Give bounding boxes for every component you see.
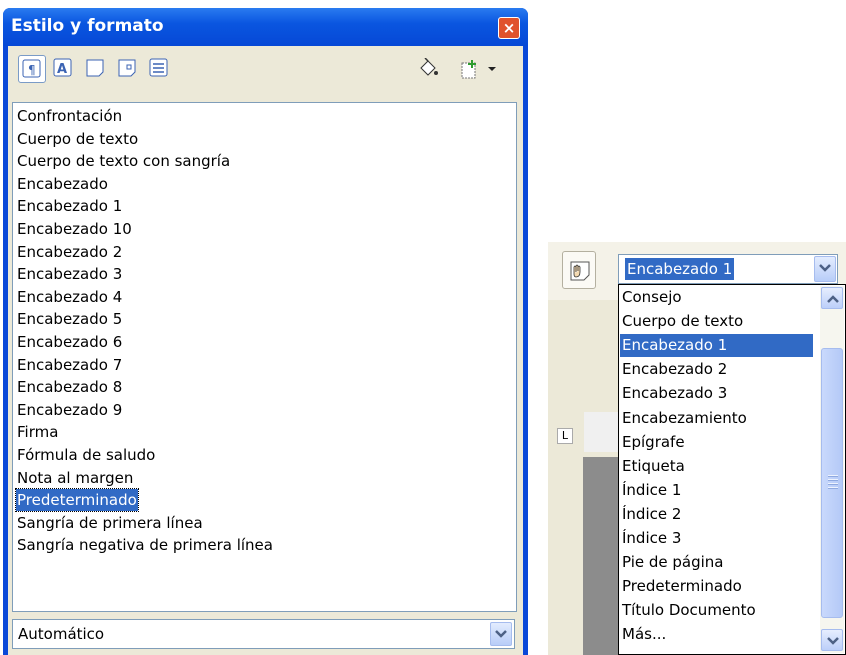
document-background (583, 457, 618, 655)
dropdown-option[interactable]: Encabezado 1 (620, 334, 813, 358)
window-body: ¶ A Confrontación Cuerpo de texto Cuerpo… (8, 46, 523, 655)
styles-toolbar: ¶ A (8, 46, 523, 100)
title-bar[interactable]: Estilo y formato × (3, 8, 528, 46)
new-style-icon (461, 60, 476, 79)
style-list-item[interactable]: Encabezado 3 (16, 263, 123, 285)
style-list-item[interactable]: Fórmula de saludo (16, 444, 156, 466)
dropdown-option[interactable]: Cuerpo de texto (620, 310, 813, 333)
style-list-item[interactable]: Encabezado 7 (16, 354, 123, 376)
grip-icon (828, 475, 838, 491)
style-list-item[interactable]: Encabezado (16, 173, 109, 195)
style-filter-select[interactable]: Automático (12, 619, 515, 649)
dropdown-option[interactable]: Encabezado 3 (620, 382, 813, 405)
svg-text:¶: ¶ (28, 63, 36, 77)
list-styles-icon (149, 58, 168, 77)
chevron-up-icon (827, 295, 839, 303)
style-list-item[interactable]: Encabezado 10 (16, 218, 133, 240)
style-list-item[interactable]: Sangría de primera línea (16, 512, 204, 534)
dropdown-option[interactable]: Título Documento (620, 599, 813, 622)
frame-styles-button[interactable] (82, 55, 110, 83)
styles-formatting-window: Estilo y formato × ¶ A Confrontación Cue… (3, 8, 528, 655)
new-style-button[interactable] (456, 55, 484, 83)
list-styles-button[interactable] (146, 55, 174, 83)
style-list-item[interactable]: Predeterminado (15, 488, 139, 513)
fill-format-button[interactable] (414, 55, 442, 83)
style-list-item[interactable]: Encabezado 1 (16, 195, 123, 217)
apply-style-dropdown-list[interactable]: Consejo Cuerpo de texto Encabezado 1 Encabe… (618, 284, 846, 655)
styles-formatting-button[interactable] (562, 251, 596, 289)
style-filter-value: Automático (18, 625, 105, 643)
character-styles-icon: A (53, 58, 72, 77)
chevron-down-icon (495, 630, 507, 638)
filter-dropdown-button[interactable] (490, 622, 512, 646)
style-list-item[interactable]: Encabezado 2 (16, 241, 123, 263)
dropdown-option[interactable]: Predeterminado (620, 575, 813, 598)
style-list-item[interactable]: Encabezado 5 (16, 308, 123, 330)
apply-style-combo[interactable]: Encabezado 1 (618, 254, 838, 284)
scroll-down-button[interactable] (821, 629, 843, 651)
style-list-item[interactable]: Encabezado 8 (16, 376, 123, 398)
style-list-item[interactable]: Confrontación (16, 105, 123, 127)
dropdown-option[interactable]: Epígrafe (620, 431, 813, 454)
page-styles-button[interactable] (114, 55, 142, 83)
styles-hand-icon (570, 261, 590, 281)
close-button[interactable]: × (498, 17, 520, 39)
window-title: Estilo y formato (11, 16, 164, 36)
paragraph-styles-button[interactable]: ¶ (18, 55, 46, 83)
dropdown-option[interactable]: Índice 2 (620, 503, 813, 526)
style-list-item[interactable]: Sangría negativa de primera línea (16, 534, 274, 556)
style-list-item[interactable]: Cuerpo de texto con sangría (16, 150, 231, 172)
frame-styles-icon (86, 59, 104, 77)
dropdown-option[interactable]: Pie de página (620, 551, 813, 574)
style-list-item[interactable]: Encabezado 4 (16, 286, 123, 308)
dropdown-option[interactable]: Encabezado 2 (620, 358, 813, 381)
tab-stop-toggle[interactable]: L (557, 428, 573, 444)
ruler-area: L (548, 302, 618, 655)
dropdown-option[interactable]: Más... (620, 623, 813, 646)
close-icon: × (502, 19, 516, 37)
style-list-item[interactable]: Encabezado 9 (16, 399, 123, 421)
fill-format-icon (420, 58, 438, 76)
dropdown-option[interactable]: Índice 3 (620, 527, 813, 550)
dropdown-option[interactable]: Índice 1 (620, 479, 813, 502)
style-list[interactable]: Confrontación Cuerpo de texto Cuerpo de te… (12, 102, 517, 612)
scroll-thumb[interactable] (821, 348, 843, 618)
dropdown-option[interactable]: Etiqueta (620, 455, 813, 478)
dropdown-scrollbar[interactable] (820, 286, 844, 653)
apply-style-value[interactable]: Encabezado 1 (625, 258, 735, 280)
scroll-up-button[interactable] (821, 287, 843, 309)
paragraph-styles-icon: ¶ (22, 59, 41, 78)
page-styles-icon (118, 59, 136, 77)
style-list-item[interactable]: Cuerpo de texto (16, 128, 139, 150)
style-list-item[interactable]: Encabezado 6 (16, 331, 123, 353)
style-list-item[interactable]: Nota al margen (16, 467, 134, 489)
new-style-menu-button[interactable] (484, 55, 500, 83)
chevron-down-icon (819, 264, 831, 272)
dropdown-option[interactable]: Consejo (620, 286, 813, 309)
dropdown-arrow-icon (488, 67, 496, 71)
character-styles-button[interactable]: A (50, 55, 78, 83)
dropdown-option[interactable]: Encabezamiento (620, 407, 813, 430)
chevron-down-icon (827, 637, 839, 645)
svg-text:A: A (57, 62, 67, 77)
ruler-strip (584, 412, 618, 452)
apply-style-dropdown-button[interactable] (814, 256, 836, 282)
style-list-item[interactable]: Firma (16, 421, 59, 443)
